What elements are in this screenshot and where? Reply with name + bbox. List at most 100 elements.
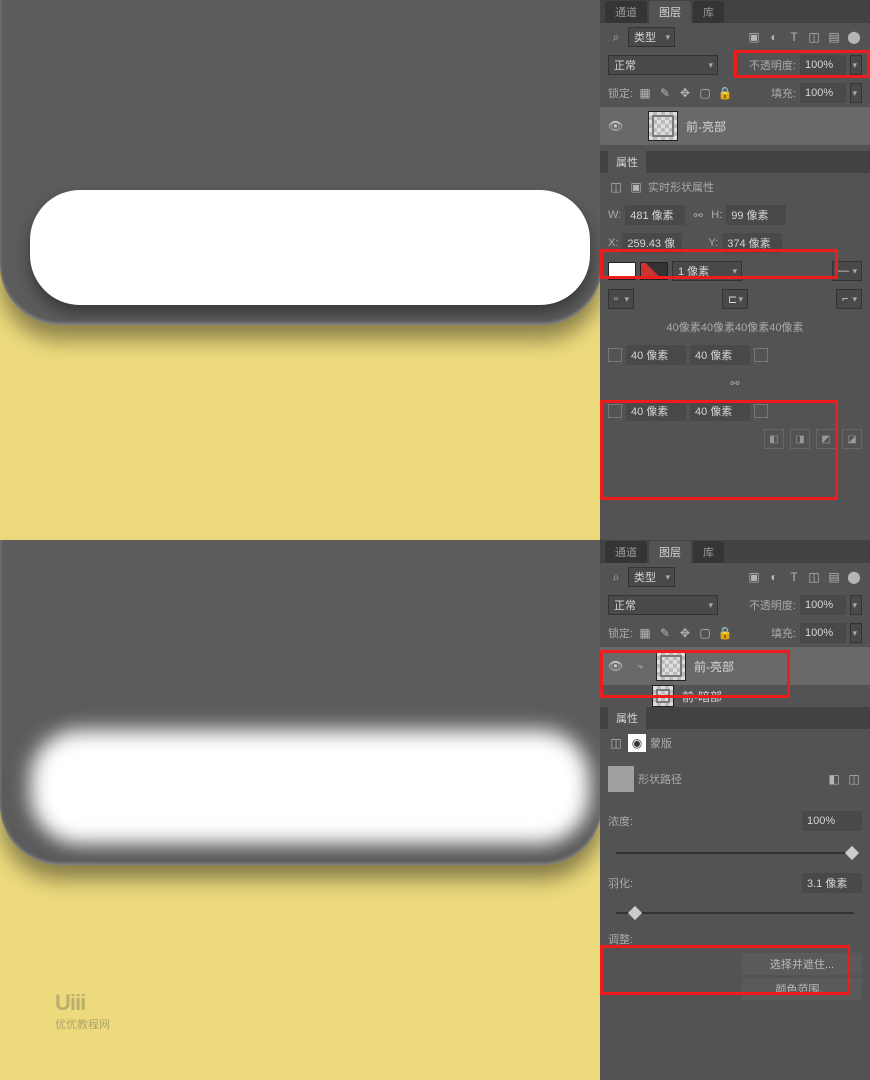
- lock-artboard-icon[interactable]: ▢: [697, 85, 713, 101]
- filter-type-select[interactable]: 类型: [628, 27, 675, 47]
- adjustment-type-icon[interactable]: ◐: [766, 29, 782, 45]
- lock-transparent-icon[interactable]: ▦: [637, 85, 653, 101]
- width-input[interactable]: [625, 205, 685, 225]
- lock-label-2: 锁定:: [608, 625, 633, 641]
- image-type-icon-2[interactable]: ▣: [746, 569, 762, 585]
- caps-select[interactable]: ⊏: [722, 289, 748, 309]
- opacity-input[interactable]: [800, 55, 846, 75]
- feather-slider[interactable]: [616, 912, 854, 914]
- switch-icon-2[interactable]: ⬤: [846, 569, 862, 585]
- feather-label: 羽化:: [608, 875, 633, 891]
- fill-input[interactable]: [800, 83, 846, 103]
- corner-br-icon: [754, 404, 768, 418]
- y-input[interactable]: [722, 233, 782, 253]
- add-mask-icon[interactable]: ◧: [826, 771, 842, 787]
- pathop-exclude-icon[interactable]: ◪: [842, 429, 862, 449]
- mask-thumb[interactable]: [608, 766, 634, 792]
- corners-select[interactable]: ⌐: [836, 289, 862, 309]
- search-icon: ⌕: [608, 29, 624, 45]
- density-slider[interactable]: [616, 852, 854, 854]
- fill-label-2: 填充:: [771, 625, 796, 641]
- text-type-icon[interactable]: T: [786, 29, 802, 45]
- adjustment-type-icon-2[interactable]: ◐: [766, 569, 782, 585]
- opacity-label-2: 不透明度:: [749, 597, 796, 613]
- radius-br-input[interactable]: [690, 401, 750, 421]
- layer-row-3[interactable]: 前-暗部: [600, 685, 870, 707]
- layer-thumb[interactable]: [648, 111, 678, 141]
- pathop-combine-icon[interactable]: ◧: [764, 429, 784, 449]
- smart-filter-icon: ⤷: [632, 658, 648, 674]
- tab-layers[interactable]: 图层: [649, 1, 691, 23]
- tab-library[interactable]: 库: [693, 1, 724, 23]
- radius-tl-input[interactable]: [626, 345, 686, 365]
- fill-input-2[interactable]: [800, 623, 846, 643]
- visibility-icon[interactable]: 👁: [608, 119, 624, 133]
- opacity-dropdown[interactable]: [850, 55, 862, 75]
- lock-all-icon-2[interactable]: 🔒: [717, 625, 733, 641]
- text-type-icon-2[interactable]: T: [786, 569, 802, 585]
- shape-props-icon: ◫: [608, 179, 624, 195]
- stroke-swatch[interactable]: [640, 262, 668, 280]
- properties-panel-header: 属性: [600, 151, 870, 173]
- lock-brush-icon[interactable]: ✎: [657, 85, 673, 101]
- switch-icon[interactable]: ⬤: [846, 29, 862, 45]
- layers-panel-tabs: 通道 图层 库: [600, 0, 870, 23]
- blend-mode-select[interactable]: 正常: [608, 55, 718, 75]
- smartobj-type-icon-2[interactable]: ▤: [826, 569, 842, 585]
- layer-thumb-2[interactable]: [656, 651, 686, 681]
- tab-library-2[interactable]: 库: [693, 541, 724, 563]
- pathop-intersect-icon[interactable]: ◩: [816, 429, 836, 449]
- link-wh-icon[interactable]: ⚯: [689, 206, 707, 224]
- stroke-width-select[interactable]: 1 像素: [672, 261, 742, 281]
- opacity-dropdown-2[interactable]: [850, 595, 862, 615]
- mask-props-icon: ▣: [628, 179, 644, 195]
- layer-row[interactable]: 👁 前-亮部: [600, 107, 870, 145]
- fill-swatch[interactable]: [608, 262, 636, 280]
- blend-mode-select-2[interactable]: 正常: [608, 595, 718, 615]
- tab-channels[interactable]: 通道: [605, 1, 647, 23]
- align-select[interactable]: ▫: [608, 289, 634, 309]
- layer-name[interactable]: 前-亮部: [686, 118, 726, 135]
- density-input[interactable]: [802, 811, 862, 831]
- pathop-subtract-icon[interactable]: ◨: [790, 429, 810, 449]
- lock-transparent-icon-2[interactable]: ▦: [637, 625, 653, 641]
- link-radius-icon[interactable]: ⚯: [726, 374, 744, 392]
- layer-row-2[interactable]: 👁 ⤷ 前-亮部: [600, 647, 870, 685]
- radius-tr-input[interactable]: [690, 345, 750, 365]
- tab-channels-2[interactable]: 通道: [605, 541, 647, 563]
- image-type-icon[interactable]: ▣: [746, 29, 762, 45]
- x-input[interactable]: [622, 233, 682, 253]
- select-and-mask-button[interactable]: 选择并遮住...: [742, 953, 862, 975]
- fill-dropdown-2[interactable]: [850, 623, 862, 643]
- shape-type-icon-2[interactable]: ◫: [806, 569, 822, 585]
- panel-top: 通道 图层 库 ⌕ 类型 ▣ ◐ T ◫ ▤ ⬤ 正常 不透明度: 锁定: ▦ …: [600, 0, 870, 540]
- color-range-button[interactable]: 颜色范围...: [742, 978, 862, 1000]
- path-label: 形状路径: [638, 771, 682, 787]
- corner-tr-icon: [754, 348, 768, 362]
- feather-input[interactable]: [802, 873, 862, 893]
- properties-title-2: 属性: [608, 707, 646, 729]
- fill-dropdown[interactable]: [850, 83, 862, 103]
- stroke-style-select[interactable]: —: [832, 261, 862, 281]
- shape-type-icon[interactable]: ◫: [806, 29, 822, 45]
- panel-bottom: 通道 图层 库 ⌕ 类型 ▣ ◐ T ◫ ▤ ⬤ 正常 不透明度: 锁定: ▦ …: [600, 540, 870, 1080]
- layer-name-3[interactable]: 前-暗部: [682, 688, 722, 705]
- lock-move-icon-2[interactable]: ✥: [677, 625, 693, 641]
- opacity-input-2[interactable]: [800, 595, 846, 615]
- properties-title: 属性: [608, 151, 646, 173]
- smartobj-type-icon[interactable]: ▤: [826, 29, 842, 45]
- visibility-icon-2[interactable]: 👁: [608, 659, 624, 673]
- subtract-mask-icon[interactable]: ◫: [846, 771, 862, 787]
- layer-name-2[interactable]: 前-亮部: [694, 658, 734, 675]
- lock-artboard-icon-2[interactable]: ▢: [697, 625, 713, 641]
- lock-brush-icon-2[interactable]: ✎: [657, 625, 673, 641]
- corner-bl-icon: [608, 404, 622, 418]
- layer-thumb-3[interactable]: [652, 685, 674, 707]
- radius-bl-input[interactable]: [626, 401, 686, 421]
- mask-selected-icon[interactable]: ◉: [628, 734, 646, 752]
- height-input[interactable]: [726, 205, 786, 225]
- lock-move-icon[interactable]: ✥: [677, 85, 693, 101]
- filter-type-select-2[interactable]: 类型: [628, 567, 675, 587]
- tab-layers-2[interactable]: 图层: [649, 541, 691, 563]
- lock-all-icon[interactable]: 🔒: [717, 85, 733, 101]
